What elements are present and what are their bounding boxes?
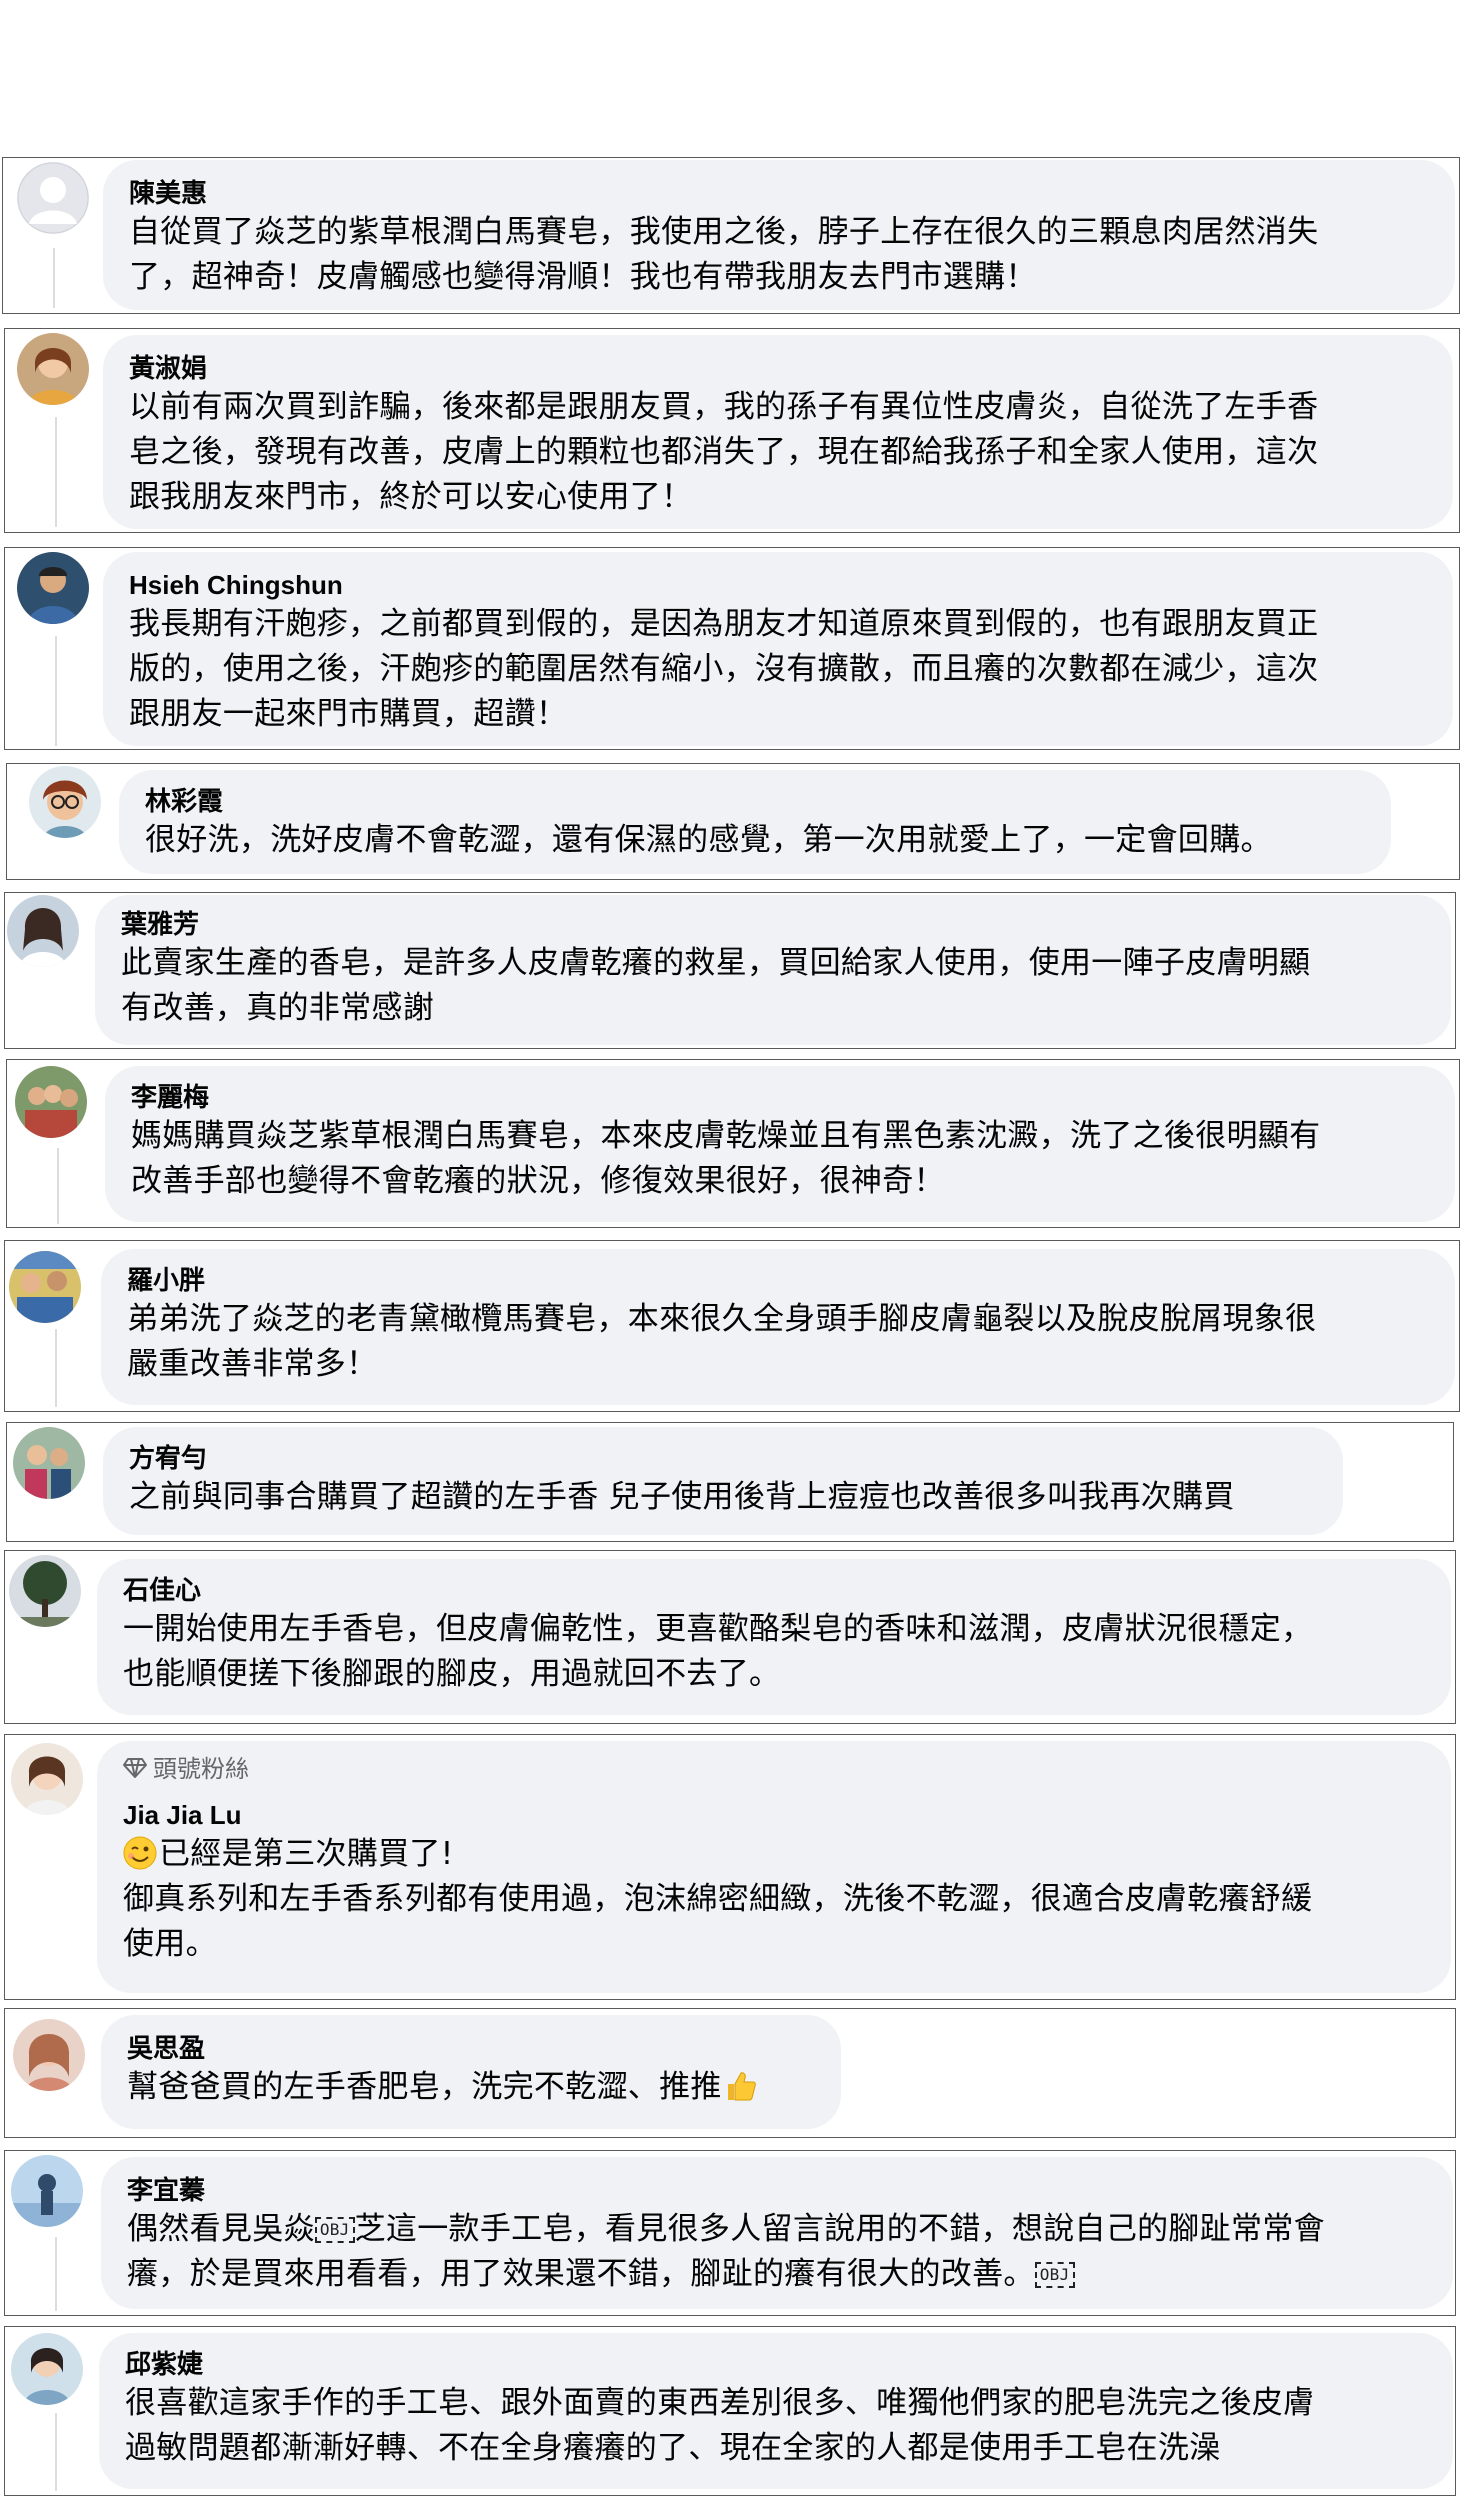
commenter-name[interactable]: 羅小胖 (127, 1263, 1429, 1297)
thread-line (53, 248, 55, 308)
commenter-avatar-icon[interactable] (15, 1066, 87, 1138)
comment-text: 幫爸爸買的左手香肥皂，洗完不乾澀、推推 (127, 2069, 722, 2105)
comment-card: 邱紫婕 很喜歡這家手作的手工皂、跟外面賣的東西差別很多、唯獨他們家的肥皂洗完之後… (4, 2326, 1456, 2496)
commenter-avatar-icon[interactable] (11, 2155, 83, 2227)
comment-text-line: 已經是第三次購買了! (123, 1832, 1425, 1877)
commenter-name[interactable]: 黃淑娟 (129, 351, 1427, 385)
comment-bubble: 吳思盈 幫爸爸買的左手香肥皂，洗完不乾澀、推推 (101, 2015, 841, 2129)
commenter-name[interactable]: Jia Jia Lu (123, 1798, 1425, 1832)
commenter-name[interactable]: 李宜蓁 (127, 2173, 1427, 2207)
comment-text-line: 也能順便搓下後腳跟的腳皮，用過就回不去了。 (123, 1656, 781, 1692)
comment-card: 吳思盈 幫爸爸買的左手香肥皂，洗完不乾澀、推推 (4, 2008, 1456, 2138)
comment-text-line: 一開始使用左手香皂，但皮膚偏乾性，更喜歡酪梨皂的香味和滋潤，皮膚狀況很穩定， (123, 1611, 1313, 1647)
cartoon-avatar-icon[interactable] (29, 766, 101, 838)
comment-text-line: 皂之後，發現有改善，皮膚上的顆粒也都消失了，現在都給我孫子和全家人使用，這次 (129, 434, 1319, 470)
comment-text-line: 自從買了焱芝的紫草根潤白馬賽皂，我使用之後，脖子上存在很久的三顆息肉居然消失 (129, 214, 1319, 250)
commenter-name[interactable]: 陳美惠 (129, 176, 1429, 210)
comment-card: 頭號粉絲 Jia Jia Lu 已經是第三次購買了! 御真系列和左手香系列都有使… (4, 1734, 1456, 2000)
commenter-avatar-icon[interactable] (7, 895, 79, 967)
comment-text-line: 了，超神奇！皮膚觸感也變得滑順！我也有帶我朋友去門市選購！ (129, 259, 1037, 295)
comment-bubble: 邱紫婕 很喜歡這家手作的手工皂、跟外面賣的東西差別很多、唯獨他們家的肥皂洗完之後… (99, 2333, 1453, 2489)
wink-emoji-icon (123, 1836, 157, 1870)
comment-card: 石佳心 一開始使用左手香皂，但皮膚偏乾性，更喜歡酪梨皂的香味和滋潤，皮膚狀況很穩… (4, 1550, 1456, 1724)
comment-bubble: 陳美惠 自從買了焱芝的紫草根潤白馬賽皂，我使用之後，脖子上存在很久的三顆息肉居然… (103, 160, 1455, 310)
commenter-name[interactable]: 葉雅芳 (121, 907, 1425, 941)
comment-text-line: 弟弟洗了焱芝的老青黛橄欖馬賽皂，本來很久全身頭手腳皮膚龜裂以及脫皮脫屑現象很 (127, 1301, 1317, 1337)
comment-text-line: 版的，使用之後，汗皰疹的範圍居然有縮小，沒有擴散，而且癢的次數都在減少，這次 (129, 651, 1319, 687)
comment-bubble: 羅小胖 弟弟洗了焱芝的老青黛橄欖馬賽皂，本來很久全身頭手腳皮膚龜裂以及脫皮脫屑現… (101, 1249, 1455, 1405)
comment-card: 李宜蓁 偶然看見吳焱 OBJ 芝這一款手工皂，看見很多人留言說用的不錯，想說自己的腳… (4, 2150, 1456, 2316)
emoji-line-text: 已經是第三次購買了! (159, 1836, 454, 1872)
commenter-avatar-icon[interactable] (9, 1251, 81, 1323)
comment-text-line: 御真系列和左手香系列都有使用過，泡沫綿密細緻，洗後不乾澀，很適合皮膚乾癢舒緩 (123, 1881, 1313, 1917)
comment-text-line: 改善手部也變得不會乾癢的狀況，修復效果很好，很神奇！ (131, 1163, 945, 1199)
comment-bubble: 李宜蓁 偶然看見吳焱 OBJ 芝這一款手工皂，看見很多人留言說用的不錯，想說自己的腳… (101, 2157, 1453, 2309)
thread-line (55, 636, 57, 746)
thread-line (55, 417, 57, 527)
thread-line (55, 2413, 57, 2491)
comment-card: 陳美惠 自從買了焱芝的紫草根潤白馬賽皂，我使用之後，脖子上存在很久的三顆息肉居然… (2, 157, 1460, 314)
thread-line (57, 1148, 59, 1224)
comment-text-line: 幫爸爸買的左手香肥皂，洗完不乾澀、推推 (127, 2065, 815, 2110)
comment-text-line: 使用。 (123, 1926, 217, 1962)
comment-bubble: Hsieh Chingshun 我長期有汗皰疹，之前都買到假的，是因為朋友才知道… (103, 552, 1453, 746)
commenter-avatar-icon[interactable] (13, 1427, 85, 1499)
commenter-name[interactable]: 吳思盈 (127, 2031, 815, 2065)
comment-text-line: 跟我朋友來門市，終於可以安心使用了！ (129, 479, 693, 515)
tree-avatar-icon[interactable] (9, 1555, 81, 1627)
commenter-name[interactable]: 方宥勻 (129, 1441, 1317, 1475)
commenter-avatar-icon[interactable] (11, 1743, 83, 1815)
thumbs-up-emoji-icon (724, 2069, 758, 2103)
comment-bubble: 李麗梅 媽媽購買焱芝紫草根潤白馬賽皂，本來皮膚乾燥並且有黑色素沈澱，洗了之後很明… (105, 1066, 1455, 1222)
thread-line (55, 1329, 57, 1407)
comment-bubble: 林彩霞 很好洗，洗好皮膚不會乾澀，還有保濕的感覺，第一次用就愛上了，一定會回購。 (119, 770, 1391, 874)
comment-text-line: 有改善，真的非常感謝 (121, 990, 434, 1026)
comment-text: 癢，於是買來用看看，用了效果還不錯，腳趾的癢有很大的改善。 (127, 2256, 1035, 2292)
comment-text-line: 過敏問題都漸漸好轉、不在全身癢癢的了、現在全家的人都是使用手工皂在洗澡 (125, 2430, 1221, 2466)
commenter-avatar-icon[interactable] (17, 333, 89, 405)
comment-text-line: 很好洗，洗好皮膚不會乾澀，還有保濕的感覺，第一次用就愛上了，一定會回購。 (145, 822, 1272, 858)
commenter-avatar-icon[interactable] (11, 2333, 83, 2405)
comment-text-line: 以前有兩次買到詐騙，後來都是跟朋友買，我的孫子有異位性皮膚炎，自從洗了左手香 (129, 389, 1319, 425)
commenter-avatar-icon[interactable] (13, 2019, 85, 2091)
comment-card: 方宥勻 之前與同事合購買了超讚的左手香 兒子使用後背上痘痘也改善很多叫我再次購買 (6, 1422, 1454, 1542)
obj-placeholder-icon: OBJ (1034, 2262, 1075, 2288)
comment-card: 葉雅芳 此賣家生產的香皂，是許多人皮膚乾癢的救星，買回給家人使用，使用一陣子皮膚… (4, 892, 1456, 1049)
comment-text-line: 跟朋友一起來門市購買，超讚！ (129, 696, 568, 732)
comment-bubble: 黃淑娟 以前有兩次買到詐騙，後來都是跟朋友買，我的孫子有異位性皮膚炎，自從洗了左… (103, 335, 1453, 529)
comment-text-line: 癢，於是買來用看看，用了效果還不錯，腳趾的癢有很大的改善。 OBJ (127, 2252, 1427, 2297)
comment-card: 李麗梅 媽媽購買焱芝紫草根潤白馬賽皂，本來皮膚乾燥並且有黑色素沈澱，洗了之後很明… (6, 1059, 1460, 1228)
commenter-avatar-icon[interactable] (17, 552, 89, 624)
comment-card: 黃淑娟 以前有兩次買到詐騙，後來都是跟朋友買，我的孫子有異位性皮膚炎，自從洗了左… (4, 328, 1460, 533)
comment-bubble: 方宥勻 之前與同事合購買了超讚的左手香 兒子使用後背上痘痘也改善很多叫我再次購買 (103, 1427, 1343, 1535)
comment-card: Hsieh Chingshun 我長期有汗皰疹，之前都買到假的，是因為朋友才知道… (4, 547, 1460, 750)
commenter-name[interactable]: Hsieh Chingshun (129, 568, 1427, 602)
comment-text: 偶然看見吳焱 (127, 2211, 315, 2247)
commenter-name[interactable]: 石佳心 (123, 1573, 1425, 1607)
top-fan-badge[interactable]: 頭號粉絲 (123, 1753, 1425, 1786)
comment-text-line: 之前與同事合購買了超讚的左手香 兒子使用後背上痘痘也改善很多叫我再次購買 (129, 1479, 1235, 1515)
badge-label: 頭號粉絲 (153, 1755, 249, 1783)
comment-text-line: 媽媽購買焱芝紫草根潤白馬賽皂，本來皮膚乾燥並且有黑色素沈澱，洗了之後很明顯有 (131, 1118, 1321, 1154)
commenter-name[interactable]: 邱紫婕 (125, 2347, 1427, 2381)
comment-text-line: 我長期有汗皰疹，之前都買到假的，是因為朋友才知道原來買到假的，也有跟朋友買正 (129, 606, 1319, 642)
commenter-name[interactable]: 林彩霞 (145, 784, 1365, 818)
commenter-name[interactable]: 李麗梅 (131, 1080, 1429, 1114)
comment-text-line: 偶然看見吳焱 OBJ 芝這一款手工皂，看見很多人留言說用的不錯，想說自己的腳趾常常會 (127, 2207, 1427, 2252)
thread-line (55, 2237, 57, 2311)
comment-card: 林彩霞 很好洗，洗好皮膚不會乾澀，還有保濕的感覺，第一次用就愛上了，一定會回購。 (6, 763, 1460, 880)
comment-bubble: 石佳心 一開始使用左手香皂，但皮膚偏乾性，更喜歡酪梨皂的香味和滋潤，皮膚狀況很穩… (97, 1559, 1451, 1715)
comment-text-line: 很喜歡這家手作的手工皂、跟外面賣的東西差別很多、唯獨他們家的肥皂洗完之後皮膚 (125, 2385, 1315, 2421)
comment-text-line: 此賣家生產的香皂，是許多人皮膚乾癢的救星，買回給家人使用，使用一陣子皮膚明顯 (121, 945, 1311, 981)
comment-bubble: 頭號粉絲 Jia Jia Lu 已經是第三次購買了! 御真系列和左手香系列都有使… (97, 1741, 1451, 1993)
comment-text: 芝這一款手工皂，看見很多人留言說用的不錯，想說自己的腳趾常常會 (354, 2211, 1325, 2247)
obj-placeholder-icon: OBJ (314, 2217, 355, 2243)
comment-text-line: 嚴重改善非常多！ (127, 1346, 378, 1382)
diamond-icon (123, 1754, 147, 1786)
default-avatar-icon[interactable] (17, 162, 89, 234)
comment-bubble: 葉雅芳 此賣家生產的香皂，是許多人皮膚乾癢的救星，買回給家人使用，使用一陣子皮膚… (95, 895, 1451, 1045)
comment-card: 羅小胖 弟弟洗了焱芝的老青黛橄欖馬賽皂，本來很久全身頭手腳皮膚龜裂以及脫皮脫屑現… (4, 1240, 1460, 1412)
